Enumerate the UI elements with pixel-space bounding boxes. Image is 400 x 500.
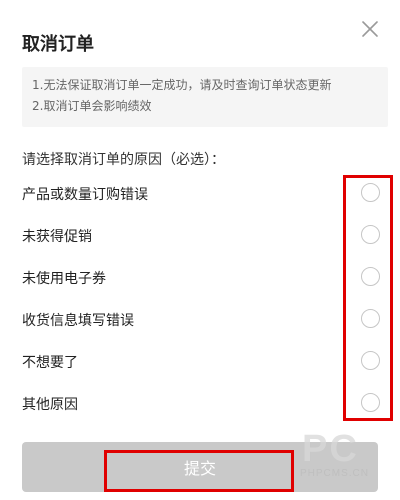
reason-radio[interactable] bbox=[361, 267, 380, 286]
notice-line: 2.取消订单会影响绩效 bbox=[32, 99, 152, 113]
notice-line: 1.无法保证取消订单一定成功，请及时查询订单状态更新 bbox=[32, 78, 332, 92]
reason-radio[interactable] bbox=[361, 183, 380, 202]
reason-option-wrong-product[interactable]: 产品或数量订购错误 bbox=[0, 174, 400, 216]
reason-option-dont-want[interactable]: 不想要了 bbox=[0, 342, 400, 384]
cancel-order-dialog: 取消订单 1.无法保证取消订单一定成功，请及时查询订单状态更新 2.取消订单会影… bbox=[0, 0, 400, 500]
submit-button[interactable]: 提交 bbox=[22, 442, 378, 492]
reason-radio[interactable] bbox=[361, 309, 380, 328]
reason-label: 产品或数量订购错误 bbox=[22, 187, 148, 203]
reason-radio[interactable] bbox=[361, 351, 380, 370]
reason-label: 收货信息填写错误 bbox=[22, 313, 134, 329]
reason-option-no-promotion[interactable]: 未获得促销 bbox=[0, 216, 400, 258]
reason-option-other[interactable]: 其他原因 bbox=[0, 384, 400, 426]
reason-label: 其他原因 bbox=[22, 397, 78, 413]
notice-box: 1.无法保证取消订单一定成功，请及时查询订单状态更新 2.取消订单会影响绩效 bbox=[22, 67, 388, 127]
reason-radio[interactable] bbox=[361, 225, 380, 244]
reason-option-wrong-address[interactable]: 收货信息填写错误 bbox=[0, 300, 400, 342]
reason-prompt: 请选择取消订单的原因（必选）： bbox=[22, 152, 225, 168]
close-icon bbox=[362, 21, 378, 37]
reason-label: 未获得促销 bbox=[22, 229, 92, 245]
reason-option-unused-coupon[interactable]: 未使用电子券 bbox=[0, 258, 400, 300]
submit-button-label: 提交 bbox=[183, 459, 216, 478]
close-button[interactable] bbox=[358, 17, 382, 41]
reason-radio[interactable] bbox=[361, 393, 380, 412]
reason-label: 不想要了 bbox=[22, 355, 78, 371]
dialog-title: 取消订单 bbox=[22, 34, 94, 55]
reason-label: 未使用电子券 bbox=[22, 271, 106, 287]
